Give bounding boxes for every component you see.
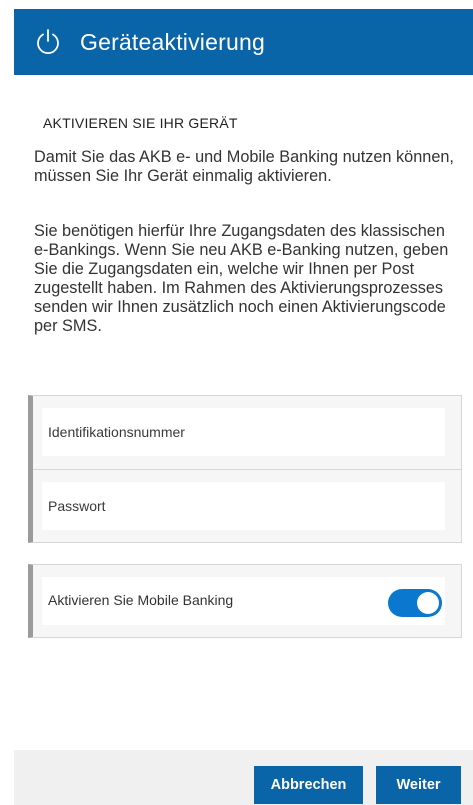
mobile-banking-row: Aktivieren Sie Mobile Banking — [42, 577, 445, 625]
password-input[interactable] — [42, 482, 445, 530]
section-heading: AKTIVIEREN SIE IHR GERÄT — [43, 115, 238, 131]
footer-bar: Abbrechen Weiter — [14, 750, 473, 805]
mobile-banking-label: Aktivieren Sie Mobile Banking — [48, 592, 234, 608]
identification-number-input[interactable] — [42, 408, 445, 456]
toggle-knob — [417, 592, 439, 614]
password-field-row — [33, 470, 461, 543]
power-icon[interactable] — [33, 27, 63, 57]
page-title: Geräteaktivierung — [80, 28, 265, 55]
credentials-form — [28, 395, 462, 543]
app-header: Geräteaktivierung — [14, 9, 473, 75]
info-text: Sie benötigen hierfür Ihre Zugangsdaten … — [34, 222, 449, 335]
id-field-row — [33, 396, 461, 470]
mobile-banking-toggle[interactable] — [388, 589, 442, 617]
mobile-banking-setting: Aktivieren Sie Mobile Banking — [28, 564, 462, 638]
intro-text: Damit Sie das AKB e- und Mobile Banking … — [34, 148, 454, 185]
next-button[interactable]: Weiter — [376, 766, 461, 804]
cancel-button[interactable]: Abbrechen — [254, 766, 363, 804]
